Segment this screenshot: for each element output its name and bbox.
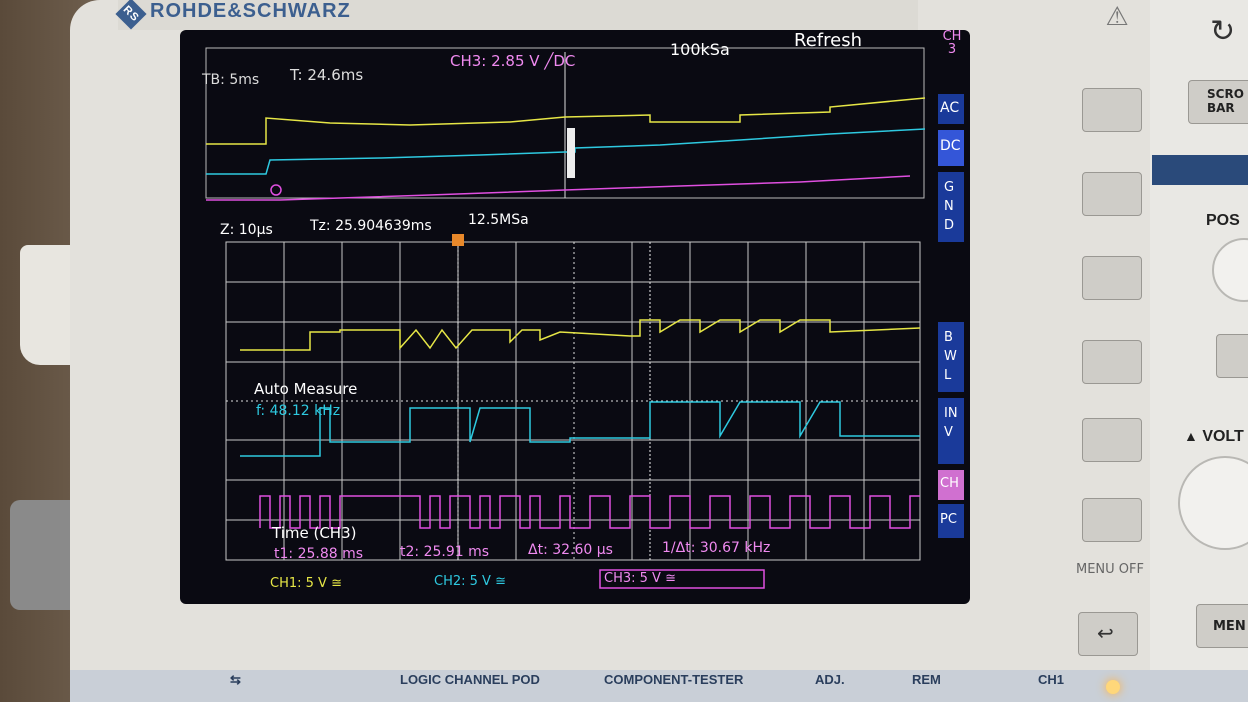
softkey-ac[interactable]: AC <box>940 100 959 116</box>
logic-channel-pod-label: LOGIC CHANNEL POD <box>400 672 540 687</box>
volt-arrow-icon: ▲ <box>1184 428 1198 444</box>
menu-button-label: MEN <box>1213 619 1246 634</box>
acquire-mode-readout: Refresh <box>794 30 862 51</box>
cursor-delta-t-readout: Δt: 32.60 µs <box>528 542 613 558</box>
ch2-scale-readout[interactable]: CH2: 5 V ≅ <box>434 574 506 589</box>
channel-setting-readout[interactable]: CH3: 2.85 V ╱DC <box>450 52 575 70</box>
zoom-window-marker <box>567 128 575 178</box>
rem-label: REM <box>912 672 941 687</box>
softkey-button-5[interactable] <box>1082 418 1142 462</box>
back-button[interactable]: ↩ <box>1078 612 1138 656</box>
timebase-readout: TB: 5ms <box>202 72 260 88</box>
brand-logo: RS ROHDE&SCHWARZ <box>115 0 351 30</box>
scroll-bar-label: SCRO BAR <box>1207 87 1244 115</box>
softkey-button-2[interactable] <box>1082 172 1142 216</box>
adj-label: ADJ. <box>815 672 845 687</box>
component-tester-label: COMPONENT-TESTER <box>604 672 744 687</box>
volt-label: ▲ VOLT <box>1184 428 1244 446</box>
zoom-time-readout: Tz: 25.904639ms <box>310 218 432 234</box>
ch3-scale-readout[interactable]: CH3: 5 V ≅ <box>604 571 676 586</box>
cursor-measure-title: Time (CH3) <box>272 524 357 542</box>
menu-button[interactable]: MEN <box>1196 604 1248 648</box>
vertical-section-bar <box>1152 155 1248 185</box>
frequency-measurement: f: 48.12 kHz <box>256 403 341 419</box>
cursor-t1-readout: t1: 25.88 ms <box>274 546 364 562</box>
softkey-button-3[interactable] <box>1082 256 1142 300</box>
ch3-overview-trace <box>206 175 911 201</box>
softkey-button-6[interactable] <box>1082 498 1142 542</box>
ch3-overview-ground-marker <box>270 184 282 196</box>
refresh-knob-icon: ↻ <box>1210 14 1236 49</box>
warning-triangle-icon: ⚠ <box>1105 2 1129 32</box>
ch1-scale-readout[interactable]: CH1: 5 V ≅ <box>270 576 342 591</box>
return-arrow-icon: ↩ <box>1097 621 1114 645</box>
softkey-gnd[interactable]: GND <box>944 178 962 235</box>
scope-display <box>205 47 964 589</box>
softkey-inv[interactable]: INV <box>944 404 962 442</box>
softkey-dc[interactable]: DC <box>940 138 961 154</box>
softkey-bwl[interactable]: BWL <box>944 328 962 385</box>
trigger-time-readout: T: 24.6ms <box>290 66 364 84</box>
cursor-1-marker[interactable] <box>452 234 464 246</box>
rem-led <box>1106 680 1120 694</box>
zoom-timebase-readout: Z: 10µs <box>220 222 273 238</box>
softkey-channel-title: CH3 <box>942 29 962 57</box>
fraction-button[interactable] <box>1216 334 1248 378</box>
sample-rate-readout: 100kSa <box>670 40 730 59</box>
scroll-bar-button[interactable]: SCRO BAR <box>1188 80 1248 124</box>
volt-text: VOLT <box>1202 428 1244 445</box>
ch3-zoom-trace <box>259 495 920 529</box>
zoom-sample-rate-readout: 12.5MSa <box>468 212 529 228</box>
auto-measure-title: Auto Measure <box>254 380 358 398</box>
softkey-button-4[interactable] <box>1082 340 1142 384</box>
brand-name: ROHDE&SCHWARZ <box>150 0 351 22</box>
position-label: POS <box>1206 212 1240 229</box>
cursor-inverse-delta-t-readout: 1/Δt: 30.67 kHz <box>662 540 771 556</box>
softkey-button-1[interactable] <box>1082 88 1142 132</box>
usb-icon: ⇆ <box>230 672 241 687</box>
softkey-ch[interactable]: CH <box>940 476 959 491</box>
cursor-t2-readout: t2: 25.91 ms <box>400 544 490 560</box>
scope-screen: TB: 5ms T: 24.6ms CH3: 2.85 V ╱DC 100kSa… <box>180 30 970 604</box>
softkey-po[interactable]: PC <box>940 512 957 527</box>
menu-off-label: MENU OFF <box>1076 562 1144 577</box>
ch1-input-label: CH1 <box>1038 672 1065 687</box>
